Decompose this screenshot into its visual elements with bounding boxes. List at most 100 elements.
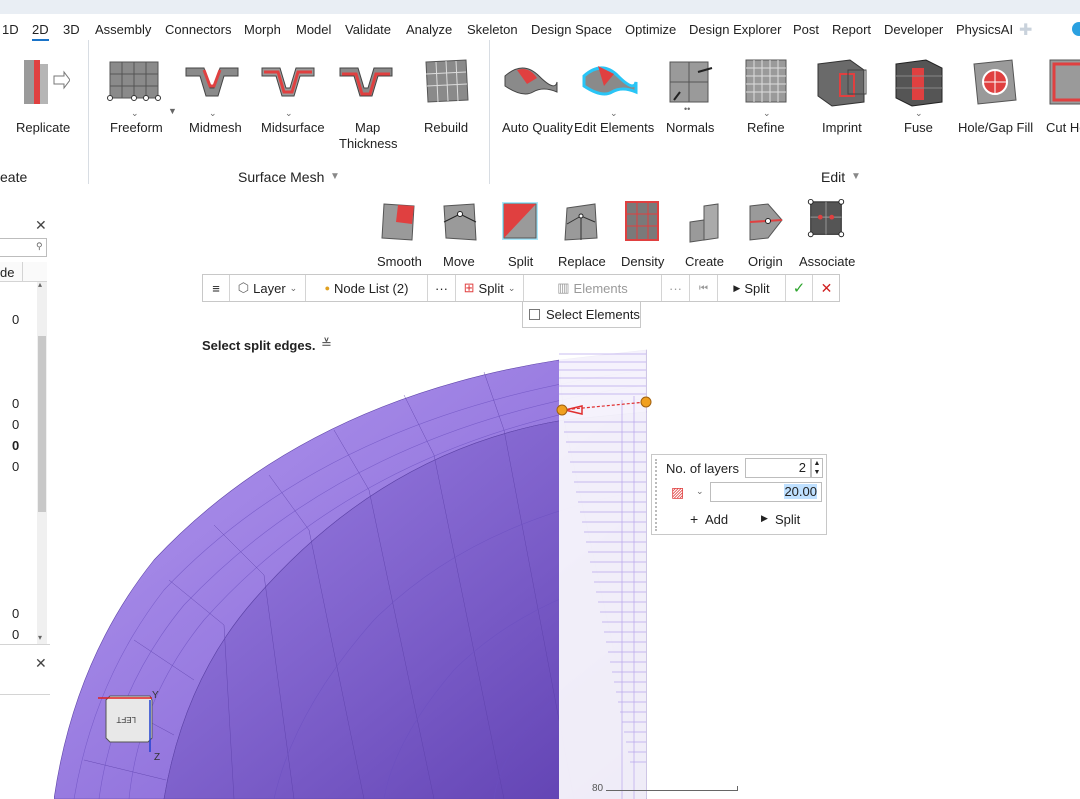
close-icon[interactable]: ✕ <box>35 217 47 234</box>
split-icon[interactable] <box>500 200 540 244</box>
close-icon[interactable]: ✕ <box>813 275 840 301</box>
scroll-down-icon[interactable]: ▾ <box>38 633 42 642</box>
drag-handle[interactable] <box>655 459 658 531</box>
chevron-down-icon[interactable]: ⌄ <box>610 108 618 119</box>
menu-post[interactable]: Post <box>793 22 819 37</box>
chevron-down-icon[interactable]: ⌄ <box>285 108 293 119</box>
menu-2d[interactable]: 2D <box>32 22 49 41</box>
chevron-down-icon[interactable]: ⌄ <box>696 486 704 497</box>
layer-dropdown[interactable]: ⬡ Layer ⌄ <box>230 275 306 301</box>
menu-1d[interactable]: 1D <box>2 22 19 37</box>
refine-icon[interactable] <box>740 56 796 112</box>
add-button[interactable]: Add <box>705 512 728 527</box>
group-label-create: eate <box>0 169 28 185</box>
user-avatar[interactable] <box>1072 22 1080 36</box>
edit-elements-icon[interactable] <box>582 56 638 112</box>
select-elements-popup[interactable]: Select Elements <box>522 301 641 328</box>
cut-hole-icon[interactable] <box>1046 56 1080 112</box>
more-options-button[interactable]: ··· <box>662 275 690 301</box>
hole-gap-fill-icon[interactable] <box>968 56 1024 112</box>
split-mode-dropdown[interactable]: ⊞ Split ⌄ <box>456 275 524 301</box>
chevron-down-icon[interactable]: ⌄ <box>763 108 771 119</box>
replace-icon[interactable] <box>561 200 601 244</box>
reset-icon[interactable]: ⏮ <box>690 275 718 301</box>
tool-split[interactable]: Split <box>508 254 533 269</box>
column-header[interactable]: de <box>0 265 14 280</box>
check-icon[interactable]: ✓ <box>786 275 813 301</box>
freeform-icon[interactable] <box>106 56 162 112</box>
menu-developer[interactable]: Developer <box>884 22 943 37</box>
imprint-icon[interactable] <box>814 56 870 112</box>
menu-physicsai[interactable]: PhysicsAI <box>956 22 1013 37</box>
ratio-input[interactable]: 20.00 <box>710 482 822 502</box>
split-run-button[interactable]: ▶ Split <box>718 275 786 301</box>
menu-optimize[interactable]: Optimize <box>625 22 676 37</box>
close-icon[interactable]: ✕ <box>35 655 47 672</box>
table-cell: 0 <box>12 459 20 474</box>
tool-density[interactable]: Density <box>621 254 664 269</box>
associate-icon[interactable] <box>806 198 846 242</box>
smooth-icon[interactable] <box>378 200 418 244</box>
tool-create[interactable]: Create <box>685 254 724 269</box>
group-label-edit[interactable]: Edit <box>821 169 845 185</box>
move-icon[interactable] <box>440 200 480 244</box>
axis-y-label: Y <box>152 690 159 701</box>
menu-analyze[interactable]: Analyze <box>406 22 452 37</box>
menu-design-space[interactable]: Design Space <box>531 22 612 37</box>
menu-morph[interactable]: Morph <box>244 22 281 37</box>
menu-report[interactable]: Report <box>832 22 871 37</box>
split-button[interactable]: Split <box>775 512 800 527</box>
midmesh-icon[interactable] <box>184 56 240 112</box>
table-cell: 0 <box>12 627 20 642</box>
chevron-down-icon[interactable]: ⌄ <box>209 108 217 119</box>
menu-connectors[interactable]: Connectors <box>165 22 231 37</box>
menu-design-explorer[interactable]: Design Explorer <box>689 22 782 37</box>
midsurface-icon[interactable] <box>260 56 316 112</box>
scrollbar-thumb[interactable] <box>38 336 46 512</box>
elements-icon: ▥ <box>557 280 570 295</box>
chevron-down-icon[interactable]: ⌄ <box>915 108 923 119</box>
map-thickness-icon[interactable] <box>338 56 394 112</box>
fuse-icon[interactable] <box>892 56 948 112</box>
tool-smooth[interactable]: Smooth <box>377 254 422 269</box>
column-divider <box>22 262 23 282</box>
layers-stepper[interactable]: ▲ ▼ <box>811 458 823 478</box>
play-icon: ▶ <box>733 282 741 293</box>
play-icon[interactable]: ▶ <box>761 513 768 524</box>
tool-replace[interactable]: Replace <box>558 254 606 269</box>
add-tab-icon[interactable]: ✚ <box>1019 20 1032 40</box>
layers-input[interactable]: 2 <box>745 458 811 478</box>
chevron-down-icon[interactable]: ▼ <box>851 171 861 182</box>
origin-icon[interactable] <box>746 200 786 244</box>
rebuild-icon[interactable] <box>418 56 474 112</box>
more-options-button[interactable]: ··· <box>428 275 456 301</box>
menu-3d[interactable]: 3D <box>63 22 80 37</box>
density-icon[interactable] <box>622 200 662 244</box>
select-elements-label: Select Elements <box>546 307 640 322</box>
create-icon[interactable] <box>684 200 724 244</box>
menu-skeleton[interactable]: Skeleton <box>467 22 518 37</box>
menu-model[interactable]: Model <box>296 22 331 37</box>
bias-icon[interactable]: ▨ <box>671 484 684 501</box>
tool-move[interactable]: Move <box>443 254 475 269</box>
plus-icon[interactable]: + <box>690 511 698 527</box>
menu-validate[interactable]: Validate <box>345 22 391 37</box>
chevron-down-icon[interactable]: ▼ <box>330 171 340 182</box>
node-list-selector[interactable]: ● Node List (2) <box>306 275 428 301</box>
group-label-surface-mesh[interactable]: Surface Mesh <box>238 169 324 185</box>
auto-quality-icon[interactable] <box>503 56 559 112</box>
table-cell: 0 <box>12 438 20 453</box>
chevron-down-icon[interactable]: ⌄ <box>131 108 139 119</box>
hamburger-icon[interactable]: ≡ <box>203 275 230 301</box>
chevron-down-icon[interactable]: ▼ <box>168 106 177 116</box>
select-elements-checkbox[interactable] <box>529 309 540 320</box>
guide-bar: ≡ ⬡ Layer ⌄ ● Node List (2) ··· ⊞ Split … <box>202 274 840 302</box>
double-chevron-down-icon[interactable]: ≚ <box>321 336 332 352</box>
replicate-icon[interactable] <box>14 54 70 110</box>
menu-assembly[interactable]: Assembly <box>95 22 151 37</box>
scroll-up-icon[interactable]: ▴ <box>38 280 42 289</box>
tool-associate[interactable]: Associate <box>799 254 855 269</box>
view-cube[interactable]: LEFT Z Y <box>90 686 170 766</box>
elements-selector[interactable]: ▥ Elements <box>524 275 662 301</box>
tool-origin[interactable]: Origin <box>748 254 783 269</box>
